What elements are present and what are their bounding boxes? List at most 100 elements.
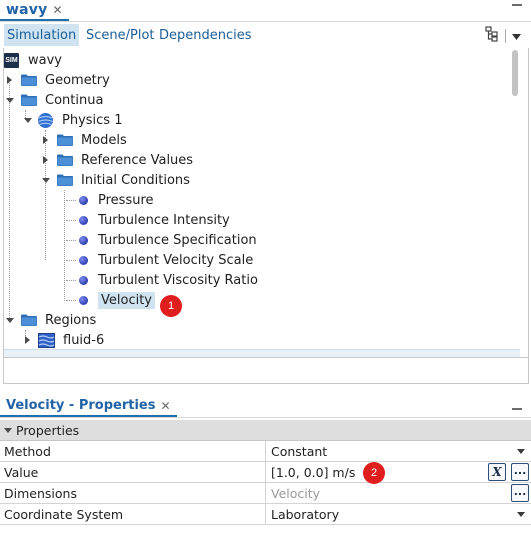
tab-wavy-label: wavy <box>6 1 48 18</box>
minimize-icon[interactable] <box>512 408 522 410</box>
expression-button[interactable]: X <box>488 463 506 481</box>
tree-guide <box>66 200 76 201</box>
tree-node-continua[interactable]: Continua <box>4 90 103 110</box>
simulation-tree[interactable]: SIM wavy Geometry Continua Physics 1 Mod… <box>4 48 520 348</box>
property-row-method[interactable]: Method Constant <box>0 441 531 462</box>
tree-options-icon[interactable] <box>485 26 499 46</box>
tree-label-fluid: fluid-6 <box>63 332 105 348</box>
ellipsis-button[interactable]: ... <box>511 463 529 481</box>
property-row-dimensions[interactable]: Dimensions Velocity ... <box>0 483 531 504</box>
tree-horizontal-scrollbar[interactable] <box>4 349 520 357</box>
tree-guide <box>66 280 76 281</box>
tab-dependencies[interactable]: Dependencies <box>156 24 255 46</box>
chevron-down-icon[interactable] <box>517 449 525 454</box>
tree-node-velocity[interactable]: Velocity <box>76 290 155 310</box>
tree-node-initial-conditions[interactable]: Initial Conditions <box>40 170 190 190</box>
expand-icon[interactable] <box>4 75 15 86</box>
method-select[interactable]: Constant <box>271 444 327 459</box>
value-field[interactable]: [1.0, 0.0] m/s <box>271 465 355 480</box>
close-icon[interactable]: ✕ <box>52 3 62 17</box>
property-row-coordinate-system[interactable]: Coordinate System Laboratory <box>0 504 531 525</box>
chevron-down-icon[interactable] <box>512 29 521 44</box>
collapse-icon[interactable] <box>22 115 33 126</box>
physics-icon <box>37 112 54 129</box>
property-row-value[interactable]: Value [1.0, 0.0] m/s X ... <box>0 462 531 483</box>
collapse-icon[interactable] <box>4 95 15 106</box>
tree-node-pressure[interactable]: Pressure <box>76 190 154 210</box>
condition-bullet-icon <box>79 235 88 245</box>
tree-node-geometry[interactable]: Geometry <box>4 70 110 90</box>
tree-node-physics[interactable]: Physics 1 <box>22 110 122 130</box>
condition-bullet-icon <box>79 215 88 225</box>
tree-label-turbulent-viscosity-ratio: Turbulent Viscosity Ratio <box>98 272 258 288</box>
column-divider <box>265 441 266 462</box>
callout-badge-1: 1 <box>160 295 182 317</box>
tree-status-area <box>4 357 528 383</box>
scene-tab-bar: wavy ✕ <box>0 0 531 22</box>
tab-simulation[interactable]: Simulation <box>4 24 80 46</box>
explorer-tabs: Simulation Scene/Plot Dependencies <box>0 24 531 46</box>
folder-icon <box>57 174 73 186</box>
ellipsis-button[interactable]: ... <box>511 484 529 502</box>
properties-section-header[interactable]: Properties <box>0 420 531 441</box>
tree-label-reference-values: Reference Values <box>81 152 194 168</box>
folder-icon <box>57 154 73 166</box>
tree-guide <box>66 220 76 221</box>
tree-node-reference-values[interactable]: Reference Values <box>40 150 193 170</box>
close-icon[interactable]: ✕ <box>160 399 170 413</box>
dimensions-field: Velocity <box>271 486 321 501</box>
tree-guide <box>66 300 76 301</box>
tree-node-models[interactable]: Models <box>40 130 127 150</box>
tree-node-root[interactable]: SIM wavy <box>4 50 62 70</box>
expand-icon[interactable] <box>40 155 51 166</box>
property-name: Value <box>4 465 39 480</box>
tree-node-turbulent-velocity-scale[interactable]: Turbulent Velocity Scale <box>76 250 253 270</box>
tree-node-regions[interactable]: Regions <box>4 310 96 330</box>
toolbar-separator <box>505 29 506 43</box>
collapse-icon[interactable] <box>4 315 15 326</box>
properties-section-label: Properties <box>16 422 80 438</box>
tree-label-models: Models <box>81 132 127 148</box>
collapse-icon[interactable] <box>40 175 51 186</box>
scrollbar-thumb[interactable] <box>512 50 518 96</box>
tree-vertical-scrollbar[interactable] <box>511 50 519 348</box>
expand-icon[interactable] <box>22 335 33 346</box>
callout-badge-2: 2 <box>363 462 385 484</box>
condition-bullet-icon <box>79 295 88 305</box>
condition-bullet-icon <box>79 275 88 285</box>
folder-icon <box>57 134 73 146</box>
folder-icon <box>21 94 37 106</box>
tree-node-turbulence-specification[interactable]: Turbulence Specification <box>76 230 257 250</box>
property-name: Coordinate System <box>4 507 124 522</box>
tree-node-fluid[interactable]: fluid-6 <box>22 330 104 350</box>
coordinate-system-select[interactable]: Laboratory <box>271 507 339 522</box>
property-name: Method <box>4 444 51 459</box>
region-icon <box>38 332 55 348</box>
sim-icon: SIM <box>4 52 19 68</box>
tree-label-geometry: Geometry <box>45 72 110 88</box>
condition-bullet-icon <box>79 195 88 205</box>
tree-label-velocity: Velocity <box>98 291 155 309</box>
tree-node-turbulent-viscosity-ratio[interactable]: Turbulent Viscosity Ratio <box>76 270 258 290</box>
tree-guide <box>9 78 10 320</box>
column-divider <box>265 462 266 483</box>
tree-guide <box>66 240 76 241</box>
tree-label-turbulent-velocity-scale: Turbulent Velocity Scale <box>98 252 254 268</box>
tree-label-physics: Physics 1 <box>62 112 123 128</box>
condition-bullet-icon <box>79 255 88 265</box>
tree-label-pressure: Pressure <box>98 192 154 208</box>
minimize-icon[interactable] <box>512 4 522 6</box>
tab-wavy[interactable]: wavy ✕ <box>0 0 69 21</box>
collapse-icon[interactable] <box>4 427 12 433</box>
tab-velocity-properties[interactable]: Velocity - Properties ✕ <box>0 396 177 417</box>
tree-label-turbulence-specification: Turbulence Specification <box>98 232 257 248</box>
folder-icon <box>21 74 37 86</box>
property-name: Dimensions <box>4 486 77 501</box>
tree-guide <box>66 260 76 261</box>
tree-toolbar <box>485 26 521 46</box>
tree-node-turbulence-intensity[interactable]: Turbulence Intensity <box>76 210 230 230</box>
chevron-down-icon[interactable] <box>517 512 525 517</box>
tab-scene-plot[interactable]: Scene/Plot <box>83 24 158 46</box>
expand-icon[interactable] <box>40 135 51 146</box>
tree-guide <box>64 190 65 301</box>
